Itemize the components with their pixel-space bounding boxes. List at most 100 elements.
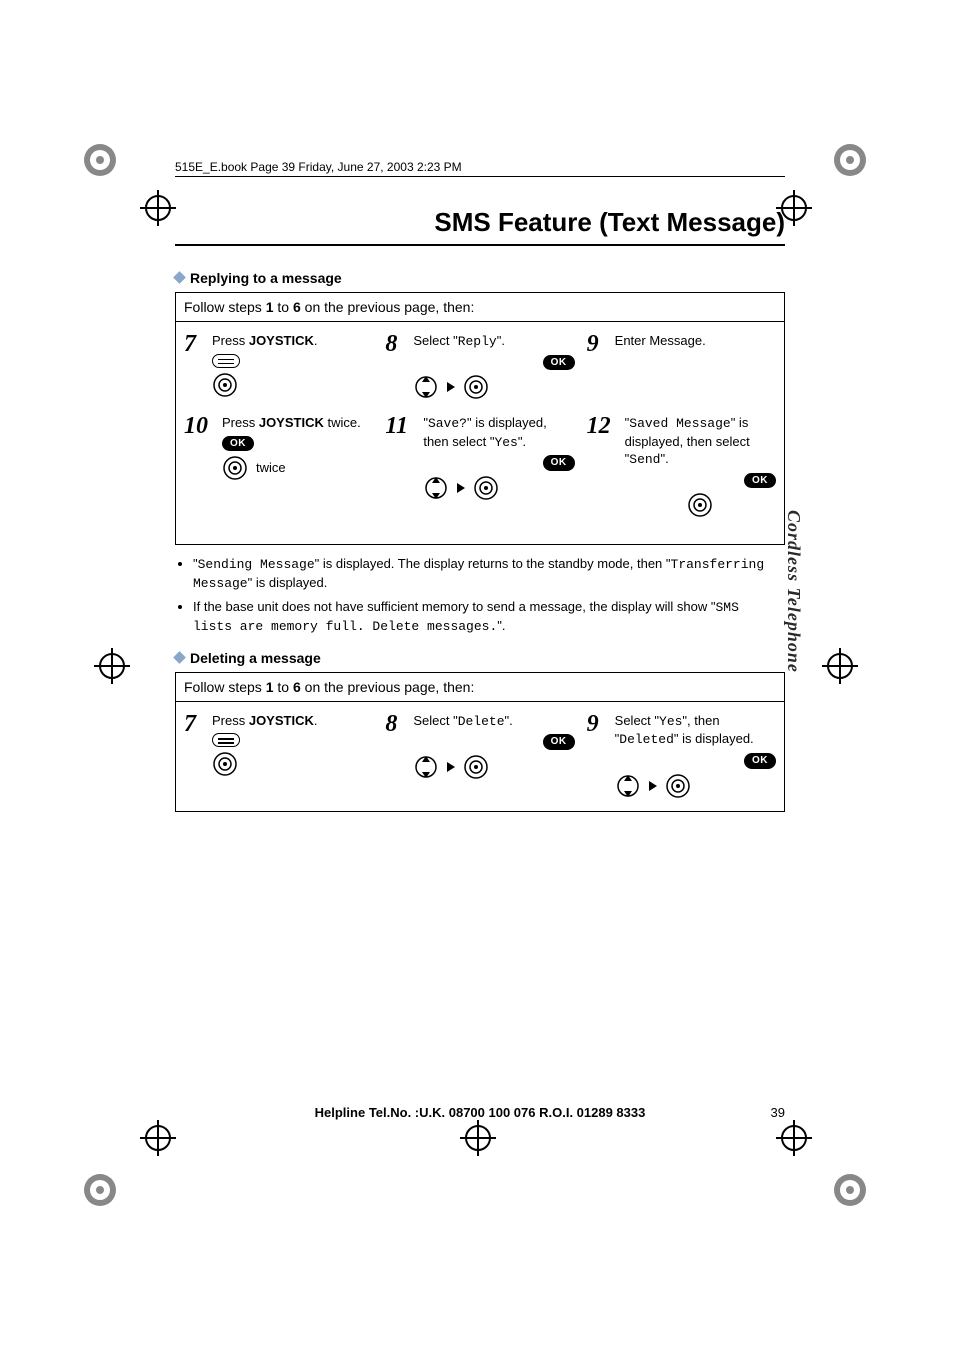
text: 6 [293, 299, 301, 315]
follow-steps-delete: Follow steps 1 to 6 on the previous page… [175, 672, 785, 702]
steps-reply: 7 Press JOYSTICK. 8 Select "Reply". OK [175, 322, 785, 545]
joystick-arrows-icon [413, 754, 439, 780]
section-heading-reply: Replying to a message [175, 270, 785, 286]
page-title: SMS Feature (Text Message) [175, 207, 785, 246]
crosshair-icon [140, 1120, 176, 1156]
crosshair-icon [94, 648, 130, 684]
text: Follow steps [184, 299, 266, 315]
text: If the base unit does not have sufficien… [193, 599, 716, 614]
text: ". [661, 451, 669, 466]
step-d7: 7 Press JOYSTICK. [184, 712, 373, 799]
text: Send [629, 452, 660, 467]
text: ". [505, 713, 513, 728]
text: Deleted [619, 732, 674, 747]
text: Press [222, 415, 259, 430]
page-footer: Helpline Tel.No. :U.K. 08700 100 076 R.O… [175, 1105, 785, 1120]
text: 1 [266, 679, 274, 695]
step-d8: 8 Select "Delete". OK [385, 712, 574, 799]
step-number: 9 [587, 712, 609, 799]
text: Press [212, 713, 249, 728]
page-number: 39 [745, 1105, 785, 1120]
registration-mark-icon [830, 1170, 870, 1210]
text: twice [256, 459, 286, 477]
step-number: 8 [385, 332, 407, 400]
text: Saved Message [629, 416, 730, 431]
book-header: 515E_E.book Page 39 Friday, June 27, 200… [175, 160, 785, 177]
crosshair-icon [776, 1120, 812, 1156]
section-heading-delete-text: Deleting a message [190, 650, 321, 666]
text: Select " [413, 333, 457, 348]
registration-mark-icon [830, 140, 870, 180]
text: to [274, 679, 293, 695]
step-8: 8 Select "Reply". OK [385, 332, 574, 400]
text: ". [497, 618, 505, 633]
step-10: 10 Press JOYSTICK twice. OK twice [184, 414, 373, 518]
text: . [314, 713, 318, 728]
text: on the previous page, then: [301, 679, 475, 695]
joystick-arrows-icon [413, 374, 439, 400]
crosshair-icon [460, 1120, 496, 1156]
steps-delete: 7 Press JOYSTICK. 8 Select "Delete". OK [175, 702, 785, 812]
step-number: 10 [184, 414, 216, 518]
step-11: 11 "Save?" is displayed, then select "Ye… [385, 414, 574, 518]
step-number: 7 [184, 332, 206, 400]
text: Reply [458, 334, 497, 349]
step-9: 9 Enter Message. [587, 332, 776, 400]
sms-icon [212, 733, 240, 747]
joystick-target-icon [212, 372, 238, 398]
text: Yes [659, 714, 682, 729]
text: JOYSTICK [249, 713, 314, 728]
step-12: 12 "Saved Message" is displayed, then se… [587, 414, 776, 518]
follow-steps-reply: Follow steps 1 to 6 on the previous page… [175, 292, 785, 322]
crosshair-icon [822, 648, 858, 684]
text: JOYSTICK [249, 333, 314, 348]
text: . [314, 333, 318, 348]
section-heading-reply-text: Replying to a message [190, 270, 342, 286]
notes-list: "Sending Message" is displayed. The disp… [175, 555, 785, 636]
ok-badge-icon: OK [543, 355, 575, 371]
diamond-bullet-icon [173, 271, 186, 284]
text: Enter Message. [615, 333, 706, 348]
arrow-right-icon [457, 483, 465, 493]
ok-badge-icon: OK [744, 753, 776, 769]
text: ". [518, 434, 526, 449]
text: Sending Message [198, 557, 315, 572]
text: ". [497, 333, 505, 348]
ok-badge-icon: OK [744, 473, 776, 489]
registration-mark-icon [80, 140, 120, 180]
joystick-arrows-icon [615, 773, 641, 799]
arrow-right-icon [447, 762, 455, 772]
page-content: 515E_E.book Page 39 Friday, June 27, 200… [175, 160, 785, 1120]
arrow-right-icon [447, 382, 455, 392]
text: twice. [324, 415, 361, 430]
ok-badge-icon: OK [543, 734, 575, 750]
joystick-target-icon [687, 492, 713, 518]
side-tab: Cordless Telephone [783, 510, 804, 673]
text: Yes [494, 435, 517, 450]
step-number: 8 [385, 712, 407, 799]
sms-icon [212, 354, 240, 368]
ok-badge-icon: OK [222, 436, 254, 452]
crosshair-icon [140, 190, 176, 226]
text: 1 [266, 299, 274, 315]
text: " is displayed. [248, 575, 328, 590]
section-heading-delete: Deleting a message [175, 650, 785, 666]
joystick-target-icon [473, 475, 499, 501]
note-item: "Sending Message" is displayed. The disp… [193, 555, 785, 593]
text: to [274, 299, 293, 315]
text: JOYSTICK [259, 415, 324, 430]
text: Delete [458, 714, 505, 729]
text: " is displayed. The display returns to t… [315, 556, 671, 571]
arrow-right-icon [649, 781, 657, 791]
joystick-target-icon [222, 455, 248, 481]
joystick-target-icon [463, 754, 489, 780]
joystick-target-icon [665, 773, 691, 799]
text: Press [212, 333, 249, 348]
diamond-bullet-icon [173, 651, 186, 664]
text: on the previous page, then: [301, 299, 475, 315]
registration-mark-icon [80, 1170, 120, 1210]
text: " is displayed. [674, 731, 754, 746]
step-number: 12 [587, 414, 619, 518]
text: Select " [615, 713, 659, 728]
step-7: 7 Press JOYSTICK. [184, 332, 373, 400]
